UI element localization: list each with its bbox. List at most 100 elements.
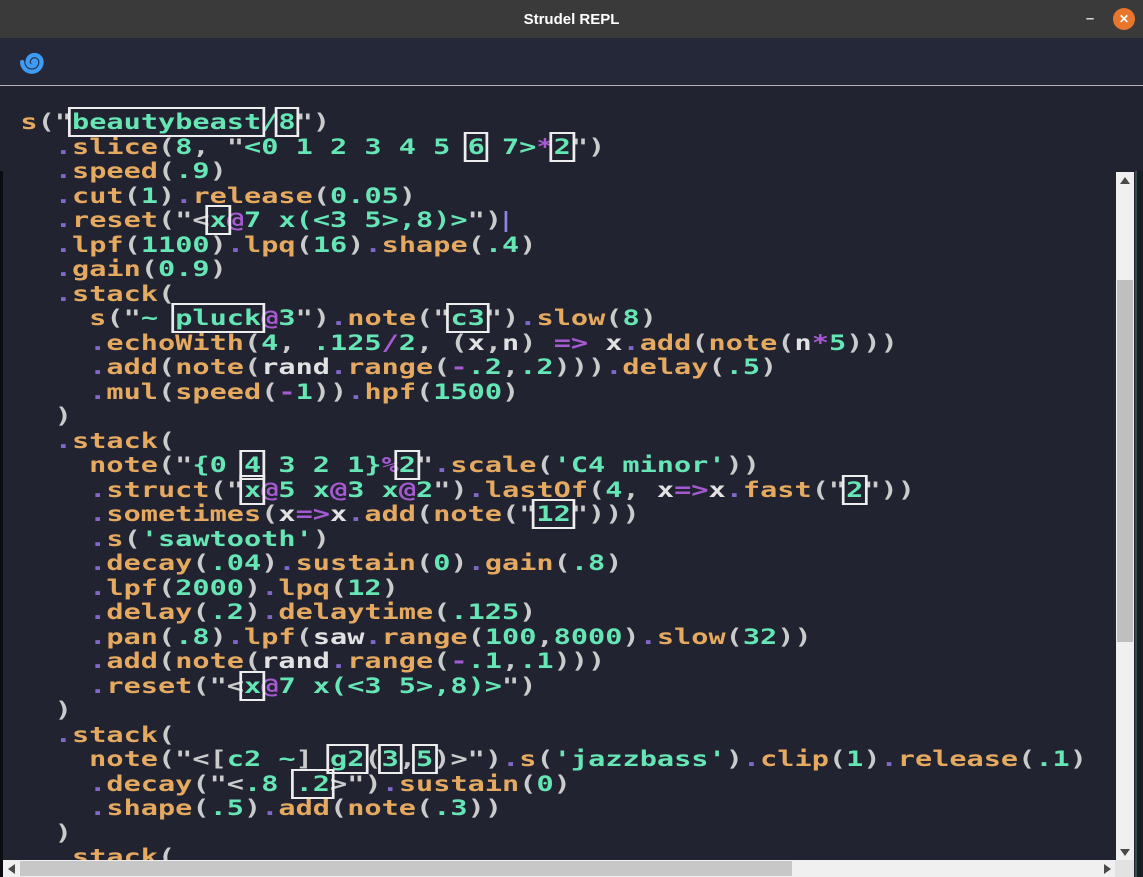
code-token: .: [89, 527, 106, 551]
code-token: (: [261, 502, 278, 526]
code-token: [20, 502, 89, 526]
code-line: .stack(: [20, 282, 1087, 307]
code-token: (: [313, 184, 330, 208]
code-token: shape: [382, 233, 468, 257]
code-token: .: [347, 380, 364, 404]
code-token: .: [278, 551, 295, 575]
code-token: (: [124, 233, 141, 257]
code-token: ): [519, 233, 536, 257]
window-right-border: [1135, 171, 1143, 877]
close-button[interactable]: ✕: [1113, 8, 1135, 30]
code-token: (: [158, 747, 175, 771]
code-token: .: [364, 233, 381, 257]
code-token: -: [450, 355, 467, 379]
code-token: ": [175, 747, 192, 771]
code-token: ): [450, 478, 467, 502]
code-token: ): [210, 159, 227, 183]
code-token: 1: [141, 184, 158, 208]
titlebar: Strudel REPL – ✕: [0, 0, 1143, 38]
code-token: add: [106, 355, 158, 379]
code-line: .lpf(2000).lpq(12): [20, 576, 1087, 601]
horizontal-scrollbar-thumb[interactable]: [20, 861, 792, 876]
code-token: sometimes: [106, 502, 261, 526]
code-token: .: [227, 233, 244, 257]
scroll-right-button[interactable]: [1099, 860, 1115, 877]
horizontal-scrollbar[interactable]: [3, 860, 1115, 877]
code-token: (: [158, 576, 175, 600]
code-line: .decay(.04).sustain(0).gain(.8): [20, 551, 1087, 576]
code-token: (: [261, 380, 278, 404]
code-token: speed: [72, 159, 158, 183]
code-token: -: [450, 649, 467, 673]
code-token: (: [210, 478, 227, 502]
code-token: ": [210, 772, 227, 796]
code-token: 0.9: [158, 257, 210, 281]
code-token: .: [605, 355, 622, 379]
code-token: s: [89, 306, 106, 330]
code-token: saw: [313, 625, 365, 649]
code-token: [20, 429, 54, 453]
triangle-down-icon: [1120, 849, 1130, 856]
code-token: .: [382, 772, 399, 796]
code-token: ): [244, 600, 261, 624]
code-token: (: [106, 306, 123, 330]
code-token: (: [192, 796, 209, 820]
code-token: [20, 135, 54, 159]
code-token: .: [330, 306, 347, 330]
code-line: .gain(0.9): [20, 257, 1087, 282]
code-token: release: [192, 184, 312, 208]
code-token: [20, 282, 54, 306]
scroll-up-button[interactable]: [1116, 172, 1134, 188]
code-token: %: [382, 453, 399, 477]
code-token: add: [640, 331, 692, 355]
code-token: ": [175, 208, 192, 232]
code-token: [20, 404, 54, 428]
code-token: .: [89, 551, 106, 575]
vertical-scrollbar-thumb[interactable]: [1117, 280, 1133, 642]
code-editor[interactable]: s("beautybeast/8") .slice(8, "<0 1 2 3 4…: [0, 86, 1143, 877]
toolbar: [0, 38, 1143, 85]
minimize-button[interactable]: –: [1081, 14, 1099, 24]
code-token: .: [175, 184, 192, 208]
code-token: note: [175, 649, 244, 673]
code-token: 2: [416, 478, 433, 502]
code-token: (: [726, 625, 743, 649]
code-token: 0.05: [330, 184, 399, 208]
code-token: add: [106, 649, 158, 673]
code-token: (: [192, 772, 209, 796]
code-token: .: [89, 600, 106, 624]
code-line: .echoWith(4, .125/2, (x,n) => x.add(note…: [20, 331, 1087, 356]
scroll-down-button[interactable]: [1116, 844, 1134, 860]
code-token: .9: [175, 159, 209, 183]
code-token: ): [244, 796, 261, 820]
code-token: (: [536, 453, 553, 477]
code-token: (: [554, 551, 571, 575]
active-token: c3: [450, 306, 484, 330]
code-token: (: [416, 796, 433, 820]
code-token: (: [691, 331, 708, 355]
code-token: .: [623, 331, 640, 355]
code-token: ): [210, 233, 227, 257]
code-token: ": [571, 502, 588, 526]
code-token: fast: [743, 478, 812, 502]
code-token: .: [89, 674, 106, 698]
code-token: ,: [502, 649, 519, 673]
code-token: (: [433, 355, 450, 379]
vertical-scrollbar[interactable]: [1116, 172, 1134, 860]
code-token: ): [519, 674, 536, 698]
code-token: (: [158, 723, 175, 747]
code-line: .stack(: [20, 723, 1087, 748]
code-token: (: [158, 649, 175, 673]
active-token: 3: [382, 747, 399, 771]
strudel-spiral-logo-icon[interactable]: [20, 48, 48, 76]
code-token: ): [485, 747, 502, 771]
code-token: <: [192, 208, 209, 232]
scrollbar-corner: [1115, 860, 1134, 877]
code-token: lpf: [72, 233, 124, 257]
code-token: )): [881, 478, 915, 502]
code-token: n: [795, 331, 812, 355]
code-token: @: [261, 306, 278, 330]
code-token: .2: [519, 355, 553, 379]
code-token: .: [55, 429, 72, 453]
scroll-left-button[interactable]: [3, 860, 19, 877]
